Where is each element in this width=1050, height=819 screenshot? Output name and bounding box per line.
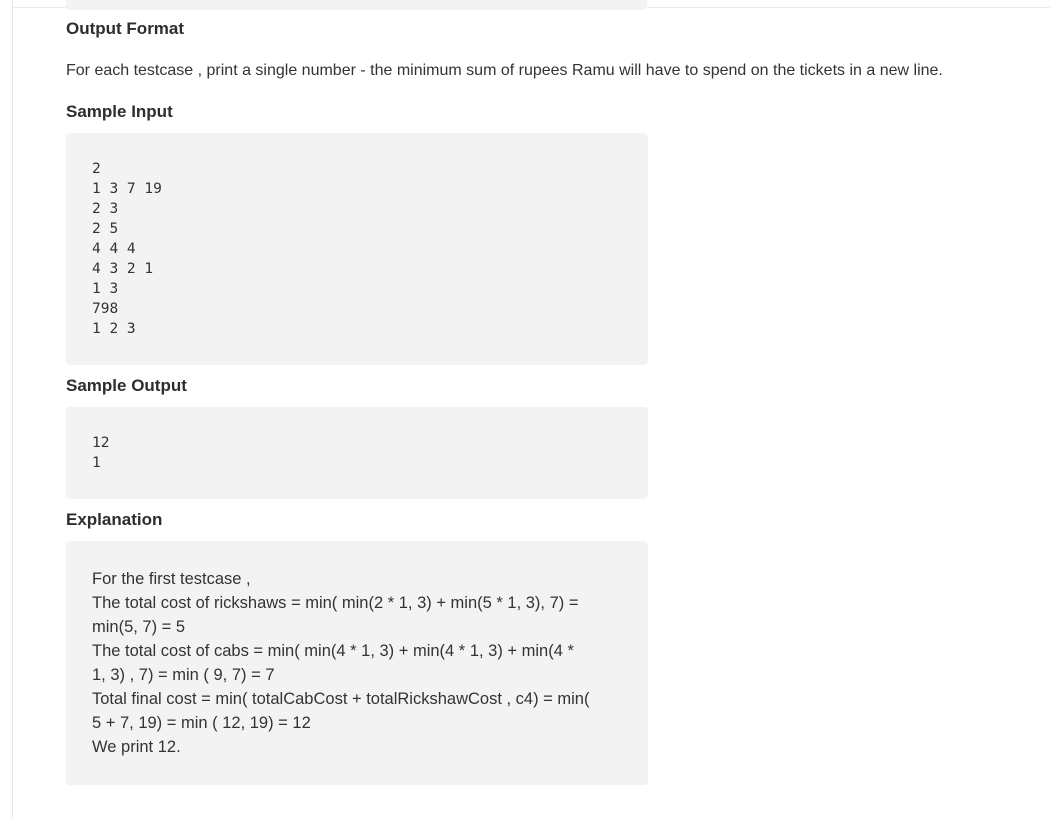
sample-input-heading: Sample Input — [66, 102, 173, 121]
explanation-line: 1, 3) , 7) = min ( 9, 7) = 7 — [92, 666, 275, 684]
sample-output-heading: Sample Output — [66, 376, 187, 395]
explanation-text: For the first testcase , The total cost … — [92, 567, 627, 759]
left-border — [12, 0, 13, 819]
explanation-line: For the first testcase , — [92, 570, 251, 588]
previous-code-box-edge — [66, 0, 647, 10]
explanation-line: Total final cost = min( totalCabCost + t… — [92, 690, 590, 708]
explanation-heading: Explanation — [66, 510, 163, 529]
output-format-text: For each testcase , print a single numbe… — [66, 62, 943, 79]
explanation-line: 5 + 7, 19) = min ( 12, 19) = 12 — [92, 714, 311, 732]
output-format-heading: Output Format — [66, 19, 185, 38]
sample-input-code: 2 1 3 7 19 2 3 2 5 4 4 4 4 3 2 1 1 3 798… — [92, 161, 162, 337]
explanation-line: The total cost of rickshaws = min( min(2… — [92, 594, 579, 612]
explanation-line: We print 12. — [92, 738, 181, 756]
sample-input-box: 2 1 3 7 19 2 3 2 5 4 4 4 4 3 2 1 1 3 798… — [66, 133, 648, 365]
explanation-line: min(5, 7) = 5 — [92, 618, 186, 636]
sample-output-code: 12 1 — [92, 435, 110, 471]
sample-output-box: 12 1 — [66, 407, 648, 499]
explanation-box: For the first testcase , The total cost … — [66, 541, 648, 785]
explanation-line: The total cost of cabs = min( min(4 * 1,… — [92, 642, 574, 660]
